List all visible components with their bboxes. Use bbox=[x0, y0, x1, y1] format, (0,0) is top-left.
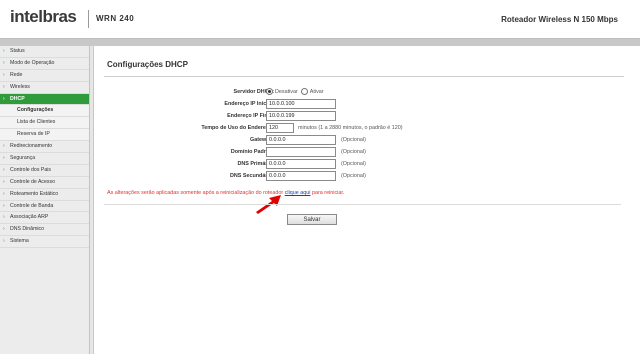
model-name: WRN 240 bbox=[96, 14, 135, 23]
sidebar-item-sistema[interactable]: › Sistema bbox=[0, 236, 89, 249]
sidebar-item-label: Wireless bbox=[10, 83, 30, 90]
reboot-notice-suffix: para reiniciar. bbox=[310, 190, 345, 196]
sidebar-item-rede[interactable]: › Rede bbox=[0, 70, 89, 82]
chevron-right-icon: › bbox=[3, 59, 5, 66]
domain-label: Domínio Padrão: bbox=[230, 149, 274, 155]
sidebar-item-status[interactable]: › Status bbox=[0, 46, 89, 58]
sidebar-item-lista-de-clientes[interactable]: Lista de Clientes bbox=[0, 117, 89, 130]
sidebar-item-label: DNS Dinâmico bbox=[10, 226, 45, 233]
reboot-link[interactable]: clique aqui bbox=[285, 190, 311, 196]
chevron-right-icon: › bbox=[3, 238, 5, 245]
gateway-label: Gateway: bbox=[250, 137, 274, 143]
header-divider bbox=[88, 10, 89, 28]
chevron-right-icon: › bbox=[3, 190, 5, 197]
sidebar-item-dns-dinamico[interactable]: › DNS Dinâmico bbox=[0, 224, 89, 237]
product-name: Roteador Wireless N 150 Mbps bbox=[501, 15, 618, 24]
sidebar-item-modo-de-operacao[interactable]: › Modo de Operação bbox=[0, 58, 89, 70]
radio-disable[interactable] bbox=[266, 88, 273, 96]
gateway-row: Gateway: (Opcional) bbox=[104, 135, 621, 145]
chevron-right-icon: › bbox=[3, 214, 5, 221]
sidebar-item-label: Controle de Acesso bbox=[10, 178, 55, 185]
header-band bbox=[0, 39, 640, 46]
sidebar-item-label: DHCP bbox=[10, 95, 25, 102]
ip-end-input[interactable] bbox=[266, 111, 336, 121]
chevron-right-icon: › bbox=[3, 155, 5, 162]
dns-primary-input[interactable] bbox=[266, 159, 336, 169]
ip-start-input[interactable] bbox=[266, 99, 336, 109]
dns-secondary-label: DNS Secundário: bbox=[229, 173, 274, 179]
sidebar-item-label: Redirecionamento bbox=[10, 143, 53, 150]
sidebar-item-controle-dos-pais[interactable]: › Controle dos Pais bbox=[0, 165, 89, 177]
dns-secondary-input[interactable] bbox=[266, 171, 336, 181]
divider bbox=[104, 204, 621, 205]
ip-start-row: Endereço IP Inicial: bbox=[104, 99, 621, 109]
chevron-right-icon: › bbox=[3, 48, 5, 54]
dhcp-server-row: Servidor DHCP: Desativar Ativar bbox=[104, 87, 621, 97]
sidebar-item-label: Configurações bbox=[17, 107, 54, 114]
sidebar-item-associacao-arp[interactable]: › Associação ARP bbox=[0, 212, 89, 225]
sidebar-item-label: Lista de Clientes bbox=[17, 119, 56, 126]
sidebar-item-label: Segurança bbox=[10, 155, 36, 162]
sidebar-item-label: Status bbox=[10, 48, 25, 54]
sidebar-item-seguranca[interactable]: › Segurança bbox=[0, 153, 89, 165]
sidebar-item-label: Modo de Operação bbox=[10, 59, 55, 66]
dns-primary-row: DNS Primário: (Opcional) bbox=[104, 159, 621, 169]
lease-hint: minutos (1 a 2880 minutos, o padrão é 12… bbox=[298, 125, 403, 131]
sidebar-item-configuracoes[interactable]: Configurações bbox=[0, 105, 89, 118]
chevron-right-icon: › bbox=[3, 143, 5, 150]
domain-hint: (Opcional) bbox=[341, 149, 366, 155]
save-button[interactable]: Salvar bbox=[287, 214, 337, 225]
domain-input[interactable] bbox=[266, 147, 336, 157]
page-title: Configurações DHCP bbox=[104, 56, 624, 77]
dhcp-server-label: Servidor DHCP: bbox=[233, 89, 274, 95]
dns-primary-label: DNS Primário: bbox=[237, 161, 274, 167]
sidebar-item-label: Controle de Banda bbox=[10, 202, 54, 209]
radio-enable[interactable] bbox=[300, 88, 308, 96]
brand-logo: intelbras bbox=[10, 7, 77, 26]
gateway-input[interactable] bbox=[266, 135, 336, 145]
lease-label: Tempo de Uso do Endereço: bbox=[201, 125, 274, 131]
ip-end-label: Endereço IP Final: bbox=[227, 113, 274, 119]
gateway-hint: (Opcional) bbox=[341, 137, 366, 143]
chevron-right-icon: › bbox=[3, 83, 5, 90]
sidebar-item-label: Roteamento Estático bbox=[10, 190, 59, 197]
radio-disable-label: Desativar bbox=[275, 89, 298, 95]
sidebar-item-wireless[interactable]: › Wireless bbox=[0, 82, 89, 94]
sidebar-item-label: Reserva de IP bbox=[17, 131, 50, 138]
dns-primary-hint: (Opcional) bbox=[341, 161, 366, 167]
header: intelbras WRN 240 Roteador Wireless N 15… bbox=[0, 0, 640, 39]
ip-end-row: Endereço IP Final: bbox=[104, 111, 621, 121]
sidebar-item-label: Sistema bbox=[10, 238, 29, 245]
chevron-right-icon: › bbox=[3, 166, 5, 173]
sidebar-item-label: Rede bbox=[10, 71, 23, 78]
sidebar-item-dhcp[interactable]: › DHCP bbox=[0, 93, 89, 106]
sidebar-item-roteamento-estatico[interactable]: › Roteamento Estático bbox=[0, 189, 89, 201]
sidebar-item-redirecionamento[interactable]: › Redirecionamento bbox=[0, 141, 89, 154]
radio-enable-label: Ativar bbox=[309, 89, 324, 95]
sidebar-item-reserva-de-ip[interactable]: Reserva de IP bbox=[0, 129, 89, 142]
lease-input[interactable] bbox=[266, 123, 294, 133]
dhcp-settings-panel: Configurações DHCP Servidor DHCP: Desati… bbox=[104, 56, 624, 242]
sidebar-item-controle-de-banda[interactable]: › Controle de Banda bbox=[0, 201, 89, 213]
dns-secondary-row: DNS Secundário: (Opcional) bbox=[104, 171, 621, 181]
reboot-notice: As alterações serão aplicadas somente ap… bbox=[107, 190, 344, 196]
sidebar-item-controle-de-acesso[interactable]: › Controle de Acesso bbox=[0, 177, 89, 189]
chevron-right-icon: › bbox=[3, 71, 5, 78]
chevron-right-icon: › bbox=[3, 202, 5, 209]
sidebar: › Status › Modo de Operação › Rede › Wireless › D… bbox=[0, 46, 90, 354]
sidebar-item-label: Controle dos Pais bbox=[10, 166, 51, 173]
sidebar-item-label: Associação ARP bbox=[10, 214, 49, 221]
ip-start-label: Endereço IP Inicial: bbox=[224, 101, 274, 107]
lease-row: Tempo de Uso do Endereço: minutos (1 a 2… bbox=[104, 123, 621, 133]
domain-row: Domínio Padrão: (Opcional) bbox=[104, 147, 621, 157]
chevron-right-icon: › bbox=[3, 95, 5, 102]
chevron-right-icon: › bbox=[3, 178, 5, 185]
dns-secondary-hint: (Opcional) bbox=[341, 173, 366, 179]
chevron-right-icon: › bbox=[3, 226, 5, 233]
main-content: Configurações DHCP Servidor DHCP: Desati… bbox=[93, 46, 640, 354]
